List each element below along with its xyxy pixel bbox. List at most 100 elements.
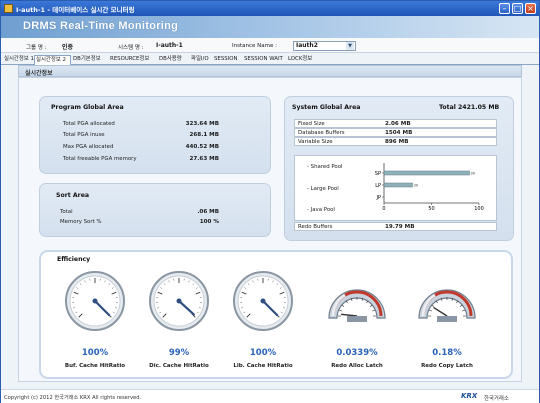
gauge-tick <box>431 304 435 307</box>
efficiency-title: Efficiency <box>57 256 91 263</box>
data-bar <box>383 182 413 188</box>
lib-cache-hitratio-gauge <box>231 268 295 332</box>
gauge-label: Dic. Cache HitRatio <box>149 363 209 369</box>
sga-row-value: 2.06 MB <box>385 121 411 127</box>
sga-row-value: 896 MB <box>385 139 409 145</box>
sga-row-label: Fixed Size <box>298 121 325 127</box>
gauge-tick <box>372 309 376 312</box>
section-header: 실시간정보 <box>18 65 522 77</box>
gauge-value: 0.0339% <box>336 348 378 358</box>
minimize-button[interactable]: – <box>499 3 510 14</box>
x-tick-label: 50 <box>428 206 434 211</box>
sga-row-value: 1504 MB <box>385 130 413 136</box>
sga-row-label: Database Buffers <box>298 130 345 136</box>
tab-bar: 실시간정보 1 실시간정보 2 DB기본정보 RESOURCE정보 DB사용량 파일I/O… <box>1 54 539 66</box>
tab-item[interactable]: SESSION <box>213 55 242 65</box>
instance-select[interactable]: Iauth2 ▼ <box>293 41 356 51</box>
sga-row-label: Variable Size <box>298 139 333 145</box>
sort-row-value: 100 % <box>199 219 219 225</box>
krx-logo: KRX <box>461 392 478 400</box>
gauge-value: 100% <box>81 348 109 358</box>
gauge-dial <box>65 271 125 331</box>
category-label: LP <box>375 183 381 189</box>
gauge-needle <box>341 313 358 317</box>
filter-bar: 그룹 명 : 인증 시스템 명 : I-auth-1 Instance Name… <box>1 38 539 53</box>
tab-item[interactable]: LOCK정보 <box>287 55 319 65</box>
group-value[interactable]: 인증 <box>62 42 73 51</box>
gauge-value: 0.18% <box>432 348 462 358</box>
gauge-tick <box>369 304 373 307</box>
gauge-dial <box>418 289 476 322</box>
sga-row: Fixed Size 2.06 MB <box>294 119 497 128</box>
redo-alloc-latch-gauge <box>325 268 389 332</box>
x-tick-label: 100 <box>474 206 484 211</box>
pga-row-value: 440.52 MB <box>185 144 219 150</box>
footer: Copyright (c) 2012 한국거래소 KRX All rights … <box>1 389 539 403</box>
gauge-needle <box>433 306 448 317</box>
app-window: I-auth-1 - 데이터베이스 실시간 모니터링 – □ × DRMS Re… <box>0 0 540 403</box>
buf-cache-hitratio-gauge <box>63 268 127 332</box>
pga-row-label: Total freeable PGA memory <box>63 156 137 162</box>
gauge-tick <box>428 309 432 312</box>
close-button[interactable]: × <box>525 3 536 14</box>
gauge-dial <box>149 271 209 331</box>
dic-cache-hitratio-gauge <box>147 268 211 332</box>
pga-row-label: Max PGA allocated <box>63 144 114 150</box>
pool-label: - Shared Pool <box>307 164 343 170</box>
pool-label: - Java Pool <box>307 207 335 213</box>
gauge-value: 100% <box>249 348 277 358</box>
app-icon <box>4 4 13 13</box>
tab-item[interactable]: 파일I/O <box>190 55 212 65</box>
chevron-down-icon[interactable]: ▼ <box>346 42 354 50</box>
org-name: 한국거래소 <box>484 396 509 402</box>
app-banner: DRMS Real-Time Monitoring <box>1 16 539 38</box>
sga-title: System Global Area <box>292 104 361 111</box>
data-label: 90 <box>471 172 475 176</box>
gauge-label: Redo Alloc Latch <box>331 363 383 369</box>
window-title: I-auth-1 - 데이터베이스 실시간 모니터링 <box>16 6 135 14</box>
sort-title: Sort Area <box>56 192 90 199</box>
pool-label: - Large Pool <box>307 186 339 192</box>
sort-row-value: .06 MB <box>197 209 219 215</box>
pool-bar-chart: SP 90 LP 30 JP0 50 100 <box>375 163 484 211</box>
gauge-base <box>437 316 457 322</box>
sga-row: Variable Size 896 MB <box>294 137 497 146</box>
tab-item[interactable]: SESSION WAIT <box>243 55 286 65</box>
instance-select-value: Iauth2 <box>296 42 318 49</box>
gauge-label: Lib. Cache HitRatio <box>233 363 293 369</box>
gauge-tick <box>462 309 466 312</box>
gauge-dial <box>328 289 386 322</box>
tab-item[interactable]: RESOURCE정보 <box>109 55 157 65</box>
gauge-tick <box>338 309 342 312</box>
sort-row-label: Total <box>60 209 73 215</box>
group-label: 그룹 명 : <box>26 45 47 51</box>
gauge-dial <box>233 271 293 331</box>
app-banner-title: DRMS Real-Time Monitoring <box>23 20 179 32</box>
system-label: 시스템 명 : <box>118 45 144 51</box>
gauge-value: 99% <box>168 348 190 358</box>
gauge-base <box>347 316 367 322</box>
sga-total-label: Total <box>439 104 456 111</box>
redo-copy-latch-gauge <box>415 268 479 332</box>
tab-item[interactable]: DB사용량 <box>158 55 189 65</box>
redo-label: Redo Buffers <box>298 224 333 230</box>
system-value[interactable]: I-auth-1 <box>156 42 183 49</box>
gauge-hub <box>176 298 182 304</box>
data-bar <box>383 170 470 176</box>
pga-row-value: 323.64 MB <box>185 121 219 127</box>
gauge-tick <box>341 304 345 307</box>
maximize-button[interactable]: □ <box>512 3 523 14</box>
x-tick-label: 0 <box>382 206 385 211</box>
data-label: 30 <box>414 184 418 188</box>
pga-row-value: 27.63 MB <box>189 156 219 162</box>
gauge-hub <box>92 298 98 304</box>
sga-total-value: 2421.05 MB <box>458 104 500 111</box>
instance-label: Instance Name : <box>232 43 277 49</box>
tab-item[interactable]: DB기본정보 <box>72 55 108 65</box>
copyright-text: Copyright (c) 2012 한국거래소 KRX All rights … <box>4 395 142 401</box>
section-title: 실시간정보 <box>25 70 53 77</box>
category-label: JP <box>376 195 382 201</box>
tab-item[interactable]: 실시간정보 1 <box>3 55 34 65</box>
title-bar[interactable]: I-auth-1 - 데이터베이스 실시간 모니터링 – □ × <box>1 1 539 16</box>
pga-row-label: Total PGA inuse <box>63 132 105 138</box>
